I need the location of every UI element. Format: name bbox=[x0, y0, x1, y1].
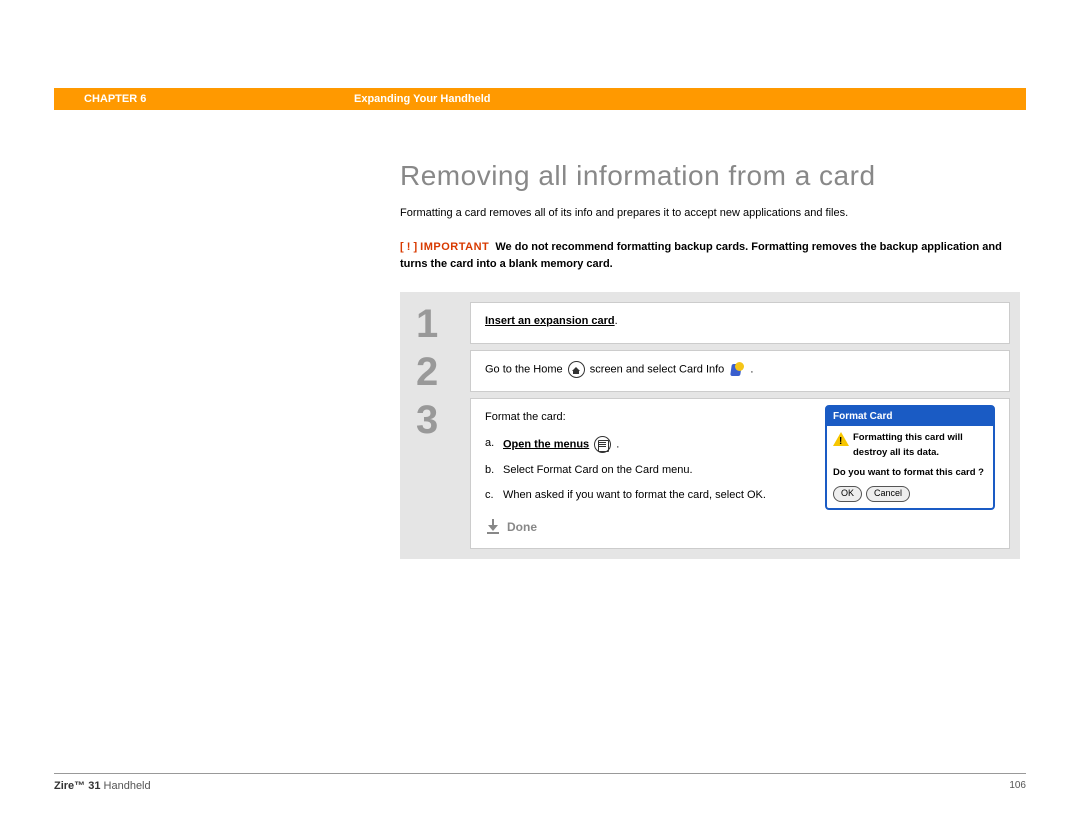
insert-card-link[interactable]: Insert an expansion card bbox=[485, 315, 615, 327]
dialog-cancel-button[interactable]: Cancel bbox=[866, 486, 910, 502]
step3-lead: Format the card: bbox=[485, 409, 807, 426]
step-suffix: . bbox=[615, 315, 618, 327]
warning-icon bbox=[833, 432, 849, 446]
menu-icon bbox=[594, 436, 611, 453]
product-name: Zire™ 31 Handheld bbox=[54, 780, 151, 792]
dialog-ok-button[interactable]: OK bbox=[833, 486, 862, 502]
done-arrow-icon bbox=[485, 519, 501, 535]
page-footer: Zire™ 31 Handheld 106 bbox=[54, 773, 1026, 792]
product-name-rest: Handheld bbox=[100, 780, 150, 792]
important-label: IMPORTANT bbox=[420, 241, 489, 253]
section-title: Expanding Your Handheld bbox=[354, 93, 491, 105]
steps-container: 1 Insert an expansion card. 2 Go to the … bbox=[400, 292, 1020, 558]
done-indicator: Done bbox=[485, 518, 807, 536]
substep-b: b. Select Format Card on the Card menu. bbox=[485, 463, 807, 478]
page-title: Removing all information from a card bbox=[400, 160, 1020, 192]
step-body: Format the card: a. Open the menus . b. bbox=[470, 398, 1010, 548]
substep-a: a. Open the menus . bbox=[485, 436, 807, 453]
dialog-title: Format Card bbox=[827, 407, 993, 426]
substep-letter: c. bbox=[485, 488, 503, 503]
dialog-question-text: Do you want to format this card ? bbox=[833, 466, 987, 480]
important-marker: [ ! ] bbox=[400, 241, 417, 253]
step-body: Insert an expansion card. bbox=[470, 302, 1010, 344]
format-card-dialog: Format Card Formatting this card will de… bbox=[825, 405, 995, 509]
step2-text-pre: Go to the Home bbox=[485, 364, 566, 376]
substep-a-suffix: . bbox=[613, 438, 619, 450]
home-icon bbox=[568, 361, 585, 378]
step-2: 2 Go to the Home screen and select Card … bbox=[410, 350, 1010, 392]
substep-b-text: Select Format Card on the Card menu. bbox=[503, 463, 693, 478]
step-body: Go to the Home screen and select Card In… bbox=[470, 350, 1010, 392]
card-info-icon bbox=[729, 362, 745, 378]
intro-paragraph: Formatting a card removes all of its inf… bbox=[400, 206, 1020, 221]
step-1: 1 Insert an expansion card. bbox=[410, 302, 1010, 344]
step3-text-column: Format the card: a. Open the menus . b. bbox=[485, 409, 807, 535]
chapter-header-bar: CHAPTER 6 Expanding Your Handheld bbox=[54, 88, 1026, 110]
dialog-warning-text: Formatting this card will destroy all it… bbox=[853, 431, 987, 460]
substep-c: c. When asked if you want to format the … bbox=[485, 488, 807, 503]
step-3: 3 Format the card: a. Open the menus . bbox=[410, 398, 1010, 548]
step2-text-post: . bbox=[750, 364, 753, 376]
substep-letter: a. bbox=[485, 436, 503, 453]
main-content: Removing all information from a card For… bbox=[400, 160, 1020, 559]
done-label: Done bbox=[507, 518, 537, 536]
important-text: We do not recommend formatting backup ca… bbox=[400, 241, 1002, 270]
step-number: 2 bbox=[410, 350, 470, 392]
step2-text-mid: screen and select Card Info bbox=[590, 364, 728, 376]
step-number: 1 bbox=[410, 302, 470, 344]
open-menus-link[interactable]: Open the menus bbox=[503, 438, 589, 450]
substep-letter: b. bbox=[485, 463, 503, 478]
chapter-label: CHAPTER 6 bbox=[84, 93, 354, 105]
product-name-bold: Zire™ 31 bbox=[54, 780, 100, 792]
substep-c-text: When asked if you want to format the car… bbox=[503, 488, 766, 503]
step-number: 3 bbox=[410, 398, 470, 548]
important-note: [ ! ] IMPORTANT We do not recommend form… bbox=[400, 239, 1020, 272]
page-number: 106 bbox=[1009, 780, 1026, 792]
